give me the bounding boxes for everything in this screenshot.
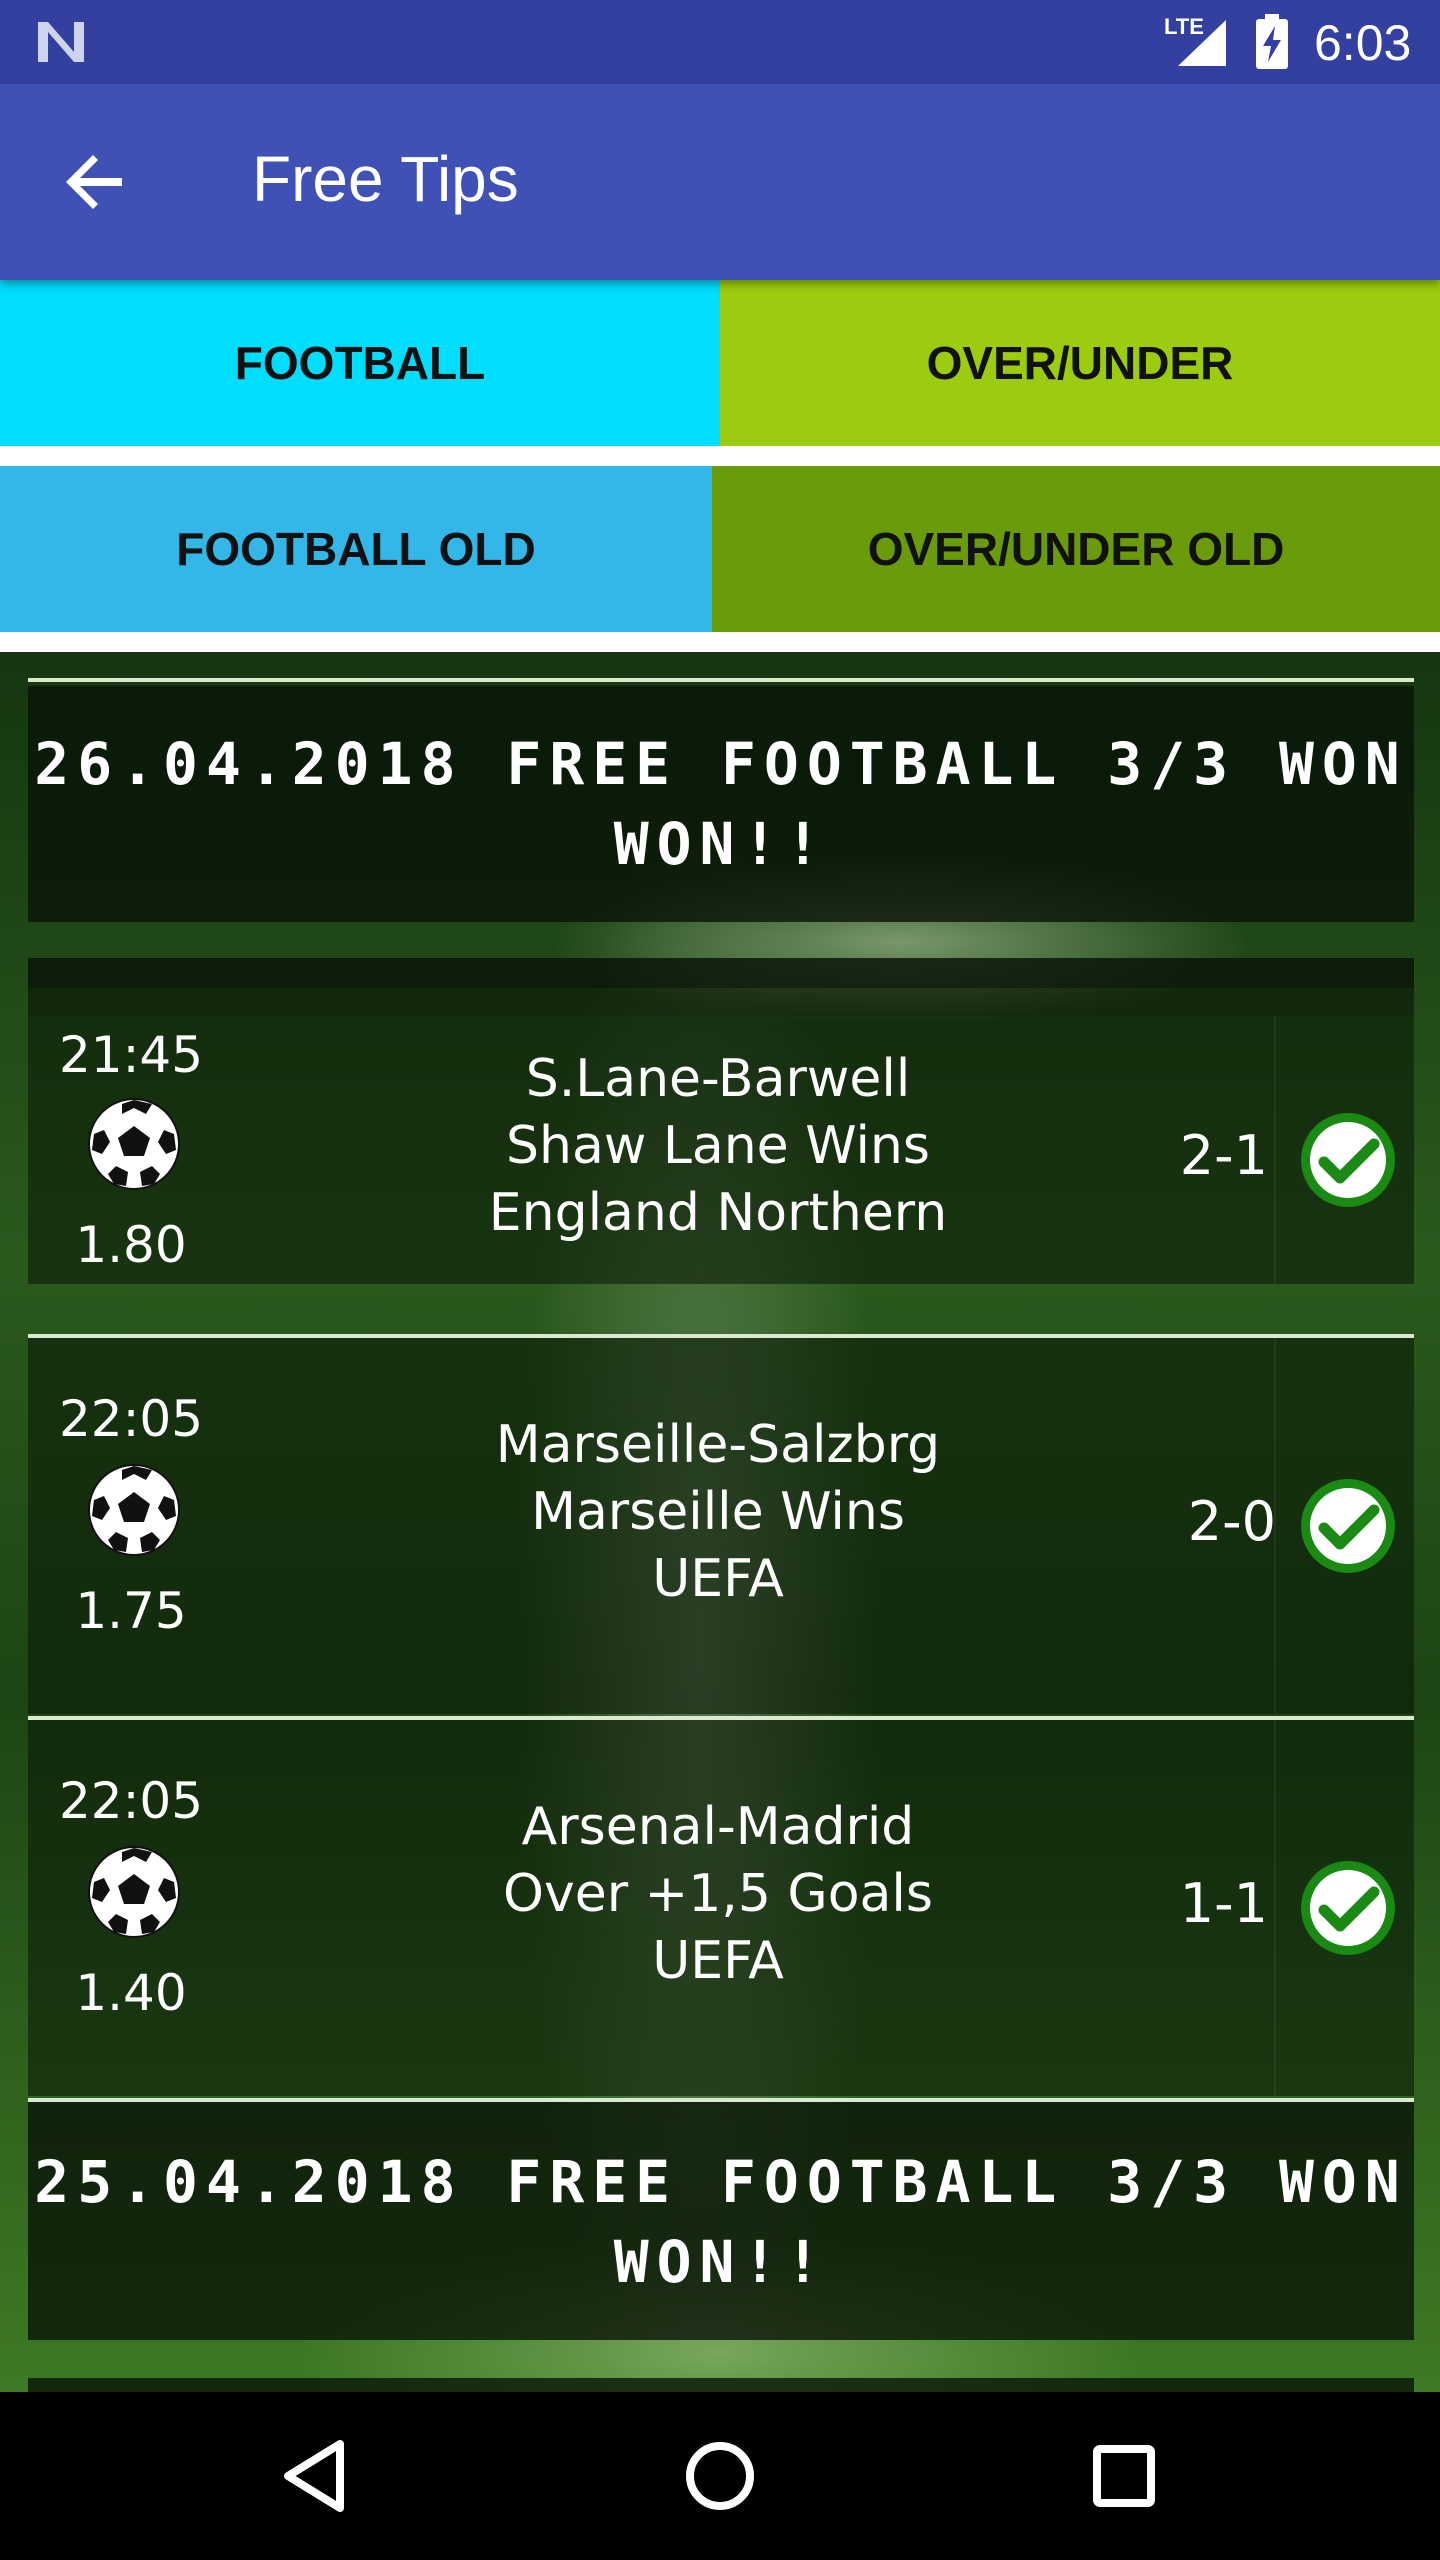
- page-title: Free Tips: [252, 143, 519, 215]
- match-time: 22:05: [58, 1390, 204, 1448]
- status-bar: LTE 6:03: [0, 0, 1440, 84]
- tab-over-under-old[interactable]: OVER/UNDER OLD: [712, 466, 1440, 632]
- match-score: 2-0: [1187, 1490, 1276, 1553]
- divider: [28, 678, 1414, 682]
- category-tabs: FOOTBALL OVER/UNDER FOOTBALL OLD OVER/UN…: [0, 280, 1440, 652]
- match-row-3[interactable]: 22:05 1.40 Arsenal-Madrid Over +1,5 Goal…: [28, 1720, 1414, 2096]
- match-tip: Over +1,5 Goals: [503, 1864, 933, 1924]
- check-circle-icon: [1301, 1861, 1395, 1955]
- soccer-ball-icon: [88, 1098, 180, 1190]
- system-nav-bar: [0, 2392, 1440, 2560]
- tips-list[interactable]: 26.04.2018 FREE FOOTBALL 3/3 WON WON!! 2…: [0, 652, 1440, 2392]
- match-league: UEFA: [652, 1549, 784, 1609]
- check-circle-icon: [1301, 1479, 1395, 1573]
- match-score: 2-1: [1179, 1124, 1268, 1187]
- tab-football[interactable]: FOOTBALL: [0, 280, 720, 446]
- match-odds: 1.80: [75, 1216, 187, 1274]
- soccer-ball-icon: [88, 1846, 180, 1938]
- column-divider: [1274, 1720, 1276, 2096]
- match-odds: 1.40: [75, 1964, 187, 2022]
- app-bar: Free Tips: [0, 84, 1440, 280]
- match-score: 1-1: [1179, 1872, 1268, 1935]
- match-time: 22:05: [58, 1772, 204, 1830]
- nav-back-icon[interactable]: [270, 2430, 362, 2522]
- tab-over-under[interactable]: OVER/UNDER: [720, 280, 1440, 446]
- soccer-ball-icon: [88, 1464, 180, 1556]
- table-row: [28, 958, 1414, 988]
- clock: 6:03: [1314, 15, 1412, 71]
- match-teams: S.Lane-Barwell: [525, 1049, 911, 1109]
- match-row-2[interactable]: 22:05 1.75 Marseille-Salzbrg Marseille W…: [28, 1338, 1414, 1714]
- arrow-back-icon[interactable]: [60, 146, 132, 218]
- match-teams: Arsenal-Madrid: [521, 1797, 915, 1857]
- next-card-edge: [28, 2378, 1414, 2392]
- nav-home-icon[interactable]: [674, 2430, 766, 2522]
- match-row-1[interactable]: 21:45 1.80 S.Lane-Barwell Shaw Lane Wins…: [28, 1016, 1414, 1284]
- battery-charging-icon: [1256, 14, 1288, 69]
- match-time: 21:45: [58, 1026, 204, 1084]
- signal-icon: [1178, 20, 1226, 66]
- column-divider: [1274, 1016, 1276, 1284]
- match-odds: 1.75: [75, 1582, 187, 1640]
- section-header: 26.04.2018 FREE FOOTBALL 3/3 WON WON!!: [34, 730, 1408, 878]
- tab-football-old[interactable]: FOOTBALL OLD: [0, 466, 712, 632]
- check-circle-icon: [1301, 1113, 1395, 1207]
- match-league: England Northern: [488, 1183, 948, 1243]
- match-teams: Marseille-Salzbrg: [495, 1415, 941, 1475]
- match-league: UEFA: [652, 1931, 784, 1991]
- nav-recents-icon[interactable]: [1078, 2430, 1170, 2522]
- section-header: 25.04.2018 FREE FOOTBALL 3/3 WON WON!!: [34, 2148, 1408, 2296]
- match-tip: Shaw Lane Wins: [506, 1116, 930, 1176]
- match-tip: Marseille Wins: [531, 1482, 905, 1542]
- notification-n-icon: [38, 22, 84, 62]
